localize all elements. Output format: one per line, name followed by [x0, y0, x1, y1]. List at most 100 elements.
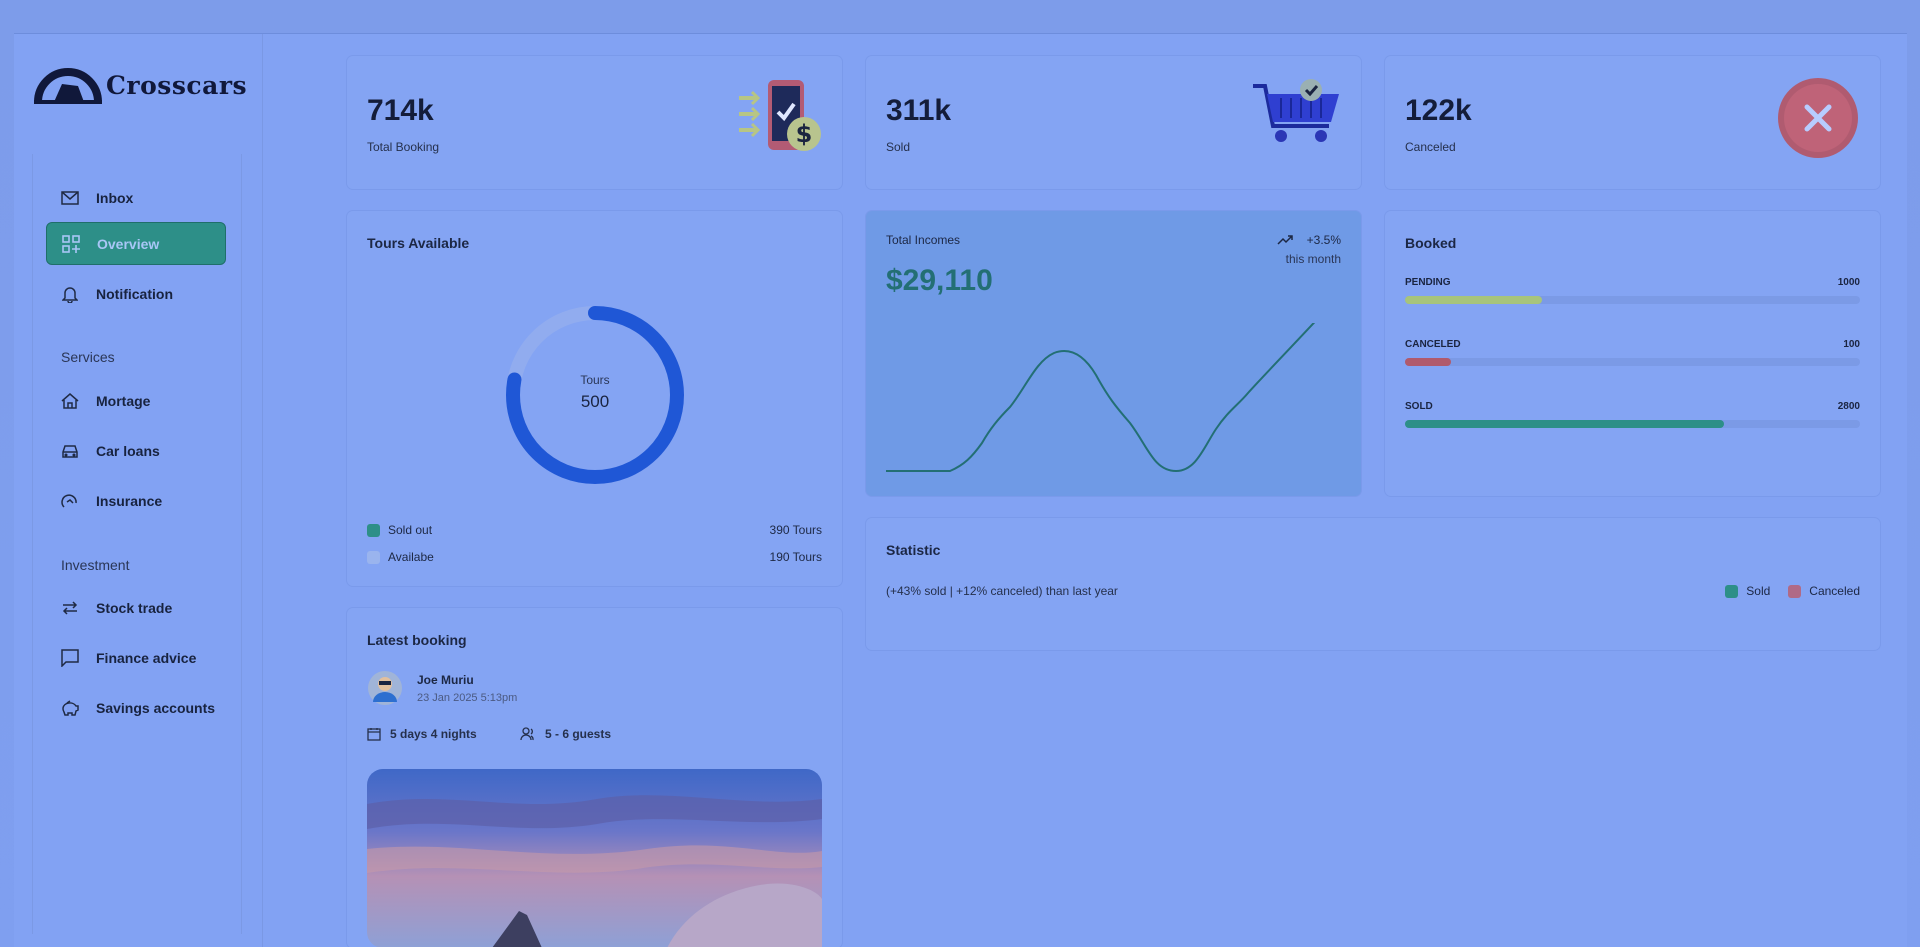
- total-incomes-card: Total Incomes $29,110 +3.5% this month: [866, 211, 1361, 496]
- card-title: Statistic: [886, 542, 941, 558]
- sidebar-item-label: Mortage: [96, 392, 151, 409]
- booking-duration: 5 days 4 nights: [367, 727, 477, 741]
- legend-sold-out: Sold out 390 Tours: [367, 523, 822, 537]
- stat-label: Total Booking: [367, 140, 440, 154]
- income-period: this month: [1285, 252, 1341, 266]
- booking-guest-name: Joe Muriu: [417, 673, 474, 687]
- app-window: Crosscars Inbox Overview Notification Se…: [14, 33, 1907, 947]
- bar-value: 1000: [1837, 277, 1860, 288]
- home-icon: [60, 391, 80, 411]
- stat-card-canceled: 122k Canceled: [1385, 56, 1880, 189]
- sidebar-item-mortage[interactable]: Mortage: [46, 379, 226, 422]
- booking-destination-image[interactable]: [367, 769, 822, 947]
- legend-item-canceled[interactable]: Canceled: [1788, 584, 1860, 598]
- grid-icon: [61, 234, 81, 254]
- sidebar-item-overview[interactable]: Overview: [46, 222, 226, 265]
- sidebar-item-insurance[interactable]: Insurance: [46, 479, 226, 522]
- legend-item-sold[interactable]: Sold: [1725, 584, 1770, 598]
- stat-value: 714k: [367, 94, 434, 127]
- income-sparkline: [886, 323, 1316, 473]
- sidebar-item-inbox[interactable]: Inbox: [46, 176, 226, 219]
- bar-value: 2800: [1837, 401, 1860, 412]
- stat-value: 122k: [1405, 94, 1472, 127]
- sidebar-item-stock-trade[interactable]: Stock trade: [46, 586, 226, 629]
- income-amount: $29,110: [886, 264, 993, 297]
- sidebar-item-label: Overview: [97, 235, 160, 252]
- avatar[interactable]: [367, 670, 403, 706]
- bar-fill: [1405, 420, 1724, 428]
- stat-label: Sold: [886, 140, 911, 154]
- booked-row-pending: PENDING 1000: [1405, 277, 1860, 288]
- bar-value: 100: [1843, 339, 1860, 350]
- legend-label: Canceled: [1809, 584, 1860, 598]
- sidebar-item-label: Stock trade: [96, 599, 173, 616]
- legend-swatch: [1788, 584, 1802, 598]
- logo-mark-icon: [34, 68, 102, 104]
- legend-label: Sold out: [388, 523, 433, 537]
- bell-icon: [60, 284, 80, 304]
- swap-icon: [60, 598, 80, 618]
- svg-text:$: $: [796, 120, 813, 148]
- legend-available: Availabe 190 Tours: [367, 550, 822, 564]
- sidebar-item-car-loans[interactable]: Car loans: [46, 429, 226, 472]
- income-line: [886, 323, 1316, 473]
- mail-icon: [60, 188, 80, 208]
- car-icon: [60, 441, 80, 461]
- sidebar-item-notification[interactable]: Notification: [46, 272, 226, 315]
- canceled-progress-bar: [1405, 358, 1860, 366]
- sidebar-item-label: Finance advice: [96, 649, 197, 666]
- card-title: Tours Available: [367, 235, 470, 251]
- sidebar-item-label: Notification: [96, 285, 173, 302]
- bar-label: CANCELED: [1405, 339, 1461, 350]
- sidebar-item-label: Insurance: [96, 492, 163, 509]
- tours-available-card: Tours Available Tours 500 Sold out 390 T…: [347, 211, 842, 586]
- booked-row-canceled: CANCELED 100: [1405, 339, 1860, 350]
- booked-row-sold: SOLD 2800: [1405, 401, 1860, 412]
- sidebar-section-services: Services: [61, 349, 115, 365]
- pending-progress-bar: [1405, 296, 1860, 304]
- bar-label: PENDING: [1405, 277, 1451, 288]
- sidebar-item-label: Savings accounts: [96, 699, 216, 716]
- card-title: Total Incomes: [886, 233, 961, 247]
- sidebar-item-label: Car loans: [96, 442, 160, 459]
- brand-logo[interactable]: Crosscars: [34, 64, 247, 106]
- legend-value: 190 Tours: [769, 550, 822, 564]
- statistic-legend: Sold Canceled: [1725, 584, 1860, 598]
- card-title: Booked: [1405, 235, 1457, 251]
- booking-guests: 5 - 6 guests: [520, 727, 611, 741]
- calendar-icon: [367, 728, 381, 741]
- statistic-summary: (+43% sold | +12% canceled) than last ye…: [886, 584, 1118, 598]
- bar-fill: [1405, 358, 1451, 366]
- stat-card-total-booking: 714k Total Booking $: [347, 56, 842, 189]
- legend-value: 390 Tours: [769, 523, 822, 537]
- bar-fill: [1405, 296, 1542, 304]
- piggy-bank-icon: [60, 698, 80, 718]
- chat-icon: [60, 648, 80, 668]
- stat-card-sold: 311k Sold: [866, 56, 1361, 189]
- sidebar-panel: [32, 154, 242, 934]
- income-change-value: +3.5%: [1306, 233, 1341, 247]
- booked-card: Booked PENDING 1000 CANCELED 100 SOLD 28…: [1385, 211, 1880, 496]
- sidebar-section-investment: Investment: [61, 557, 130, 573]
- statistic-card: Statistic (+43% sold | +12% canceled) th…: [866, 518, 1880, 650]
- trending-up-icon: [1277, 235, 1293, 245]
- booking-guests-text: 5 - 6 guests: [545, 727, 612, 741]
- legend-swatch: [367, 523, 380, 537]
- cart-check-icon: [1253, 79, 1339, 142]
- shield-icon: [60, 491, 80, 511]
- legend-label: Sold: [1746, 584, 1771, 598]
- sold-progress-bar: [1405, 420, 1860, 428]
- sidebar-item-finance-advice[interactable]: Finance advice: [46, 636, 226, 679]
- card-title: Latest booking: [367, 632, 467, 648]
- donut-center-value: 500: [580, 392, 610, 411]
- cancel-circle-icon: [1778, 78, 1858, 158]
- stat-value: 311k: [886, 94, 952, 127]
- booking-date: 23 Jan 2025 5:13pm: [417, 692, 518, 704]
- legend-swatch: [367, 550, 380, 564]
- sidebar-item-savings-accounts[interactable]: Savings accounts: [46, 686, 226, 729]
- latest-booking-card: Latest booking Joe Muriu 23 Jan 2025 5:1…: [347, 608, 842, 947]
- legend-label: Availabe: [388, 550, 434, 564]
- bar-label: SOLD: [1405, 401, 1433, 412]
- phone-payment-icon: $: [739, 80, 821, 151]
- income-change: +3.5%: [1277, 233, 1341, 247]
